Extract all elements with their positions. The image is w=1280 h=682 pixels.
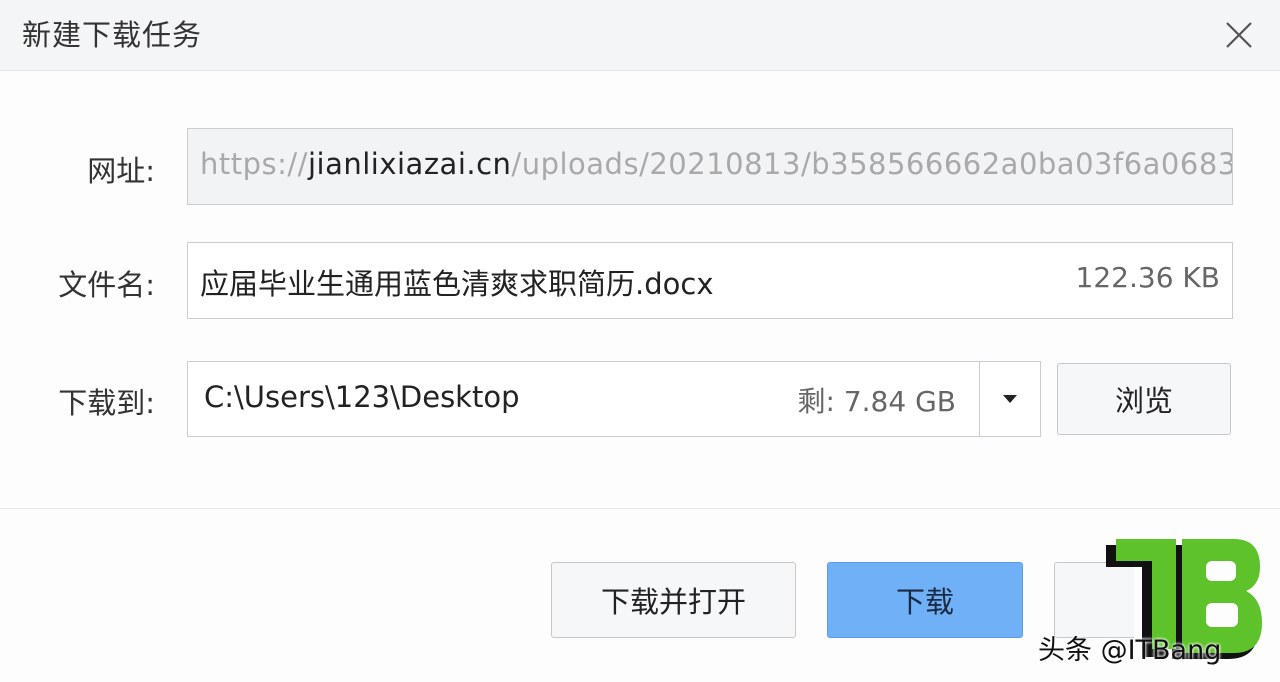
- chevron-down-icon: [1003, 395, 1017, 403]
- path-dropdown-button[interactable]: [980, 362, 1040, 436]
- watermark-text: 头条 @ITBang: [1038, 635, 1222, 666]
- filename-value: 应届毕业生通用蓝色清爽求职简历.docx: [200, 267, 714, 301]
- close-button[interactable]: [1216, 12, 1262, 58]
- url-path: /uploads/20210813/b358566662a0ba03f6a068…: [511, 147, 1233, 181]
- download-and-open-button[interactable]: 下载并打开: [551, 562, 796, 638]
- filename-input[interactable]: 应届毕业生通用蓝色清爽求职简历.docx 122.36 KB: [187, 242, 1233, 319]
- url-prefix: https://: [200, 147, 308, 181]
- saveto-path: C:\Users\123\Desktop: [204, 380, 520, 414]
- browse-button[interactable]: 浏览: [1057, 363, 1231, 435]
- dialog-titlebar: 新建下载任务: [0, 0, 1280, 71]
- url-text: https://jianlixiazai.cn/uploads/20210813…: [200, 147, 1233, 181]
- filename-label: 文件名:: [58, 268, 155, 302]
- download-button[interactable]: 下载: [827, 562, 1023, 638]
- file-size: 122.36 KB: [1075, 261, 1220, 294]
- saveto-label: 下载到:: [58, 386, 155, 420]
- close-icon: [1226, 22, 1252, 48]
- saveto-path-input[interactable]: C:\Users\123\Desktop 剩: 7.84 GB: [187, 361, 1041, 437]
- footer-divider: [0, 508, 1280, 509]
- url-field[interactable]: https://jianlixiazai.cn/uploads/20210813…: [187, 128, 1233, 205]
- url-label: 网址:: [87, 154, 155, 188]
- url-host: jianlixiazai.cn: [307, 147, 512, 181]
- free-space: 剩: 7.84 GB: [797, 385, 957, 418]
- dialog-title: 新建下载任务: [22, 18, 203, 52]
